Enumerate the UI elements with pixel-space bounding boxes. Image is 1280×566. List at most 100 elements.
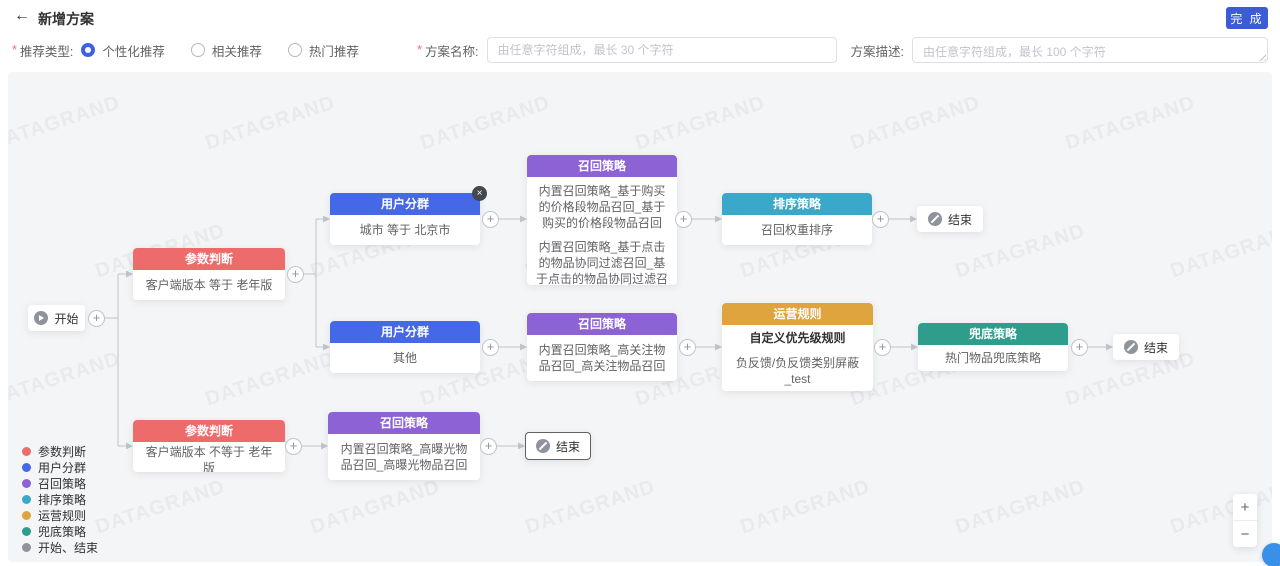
back-arrow-icon[interactable]: ← (14, 7, 30, 25)
node-header: 用户分群 (330, 321, 480, 343)
node-param-judgment-1[interactable]: 参数判断 客户端版本 等于 老年版 (133, 248, 285, 300)
legend-label: 召回策略 (38, 475, 86, 492)
radio-unselected-icon[interactable] (191, 43, 205, 57)
radio-label: 个性化推荐 (102, 41, 165, 60)
legend-item: 召回策略 (22, 475, 98, 491)
node-body: 内置召回策略_高曝光物品召回_高曝光物品召回 (328, 434, 480, 480)
add-node-button[interactable] (679, 339, 696, 356)
node-header: 参数判断 (133, 420, 285, 442)
node-body: 其他 (330, 343, 480, 373)
node-header: 运营规则 (722, 303, 873, 325)
add-node-button[interactable] (285, 438, 302, 455)
legend-label: 参数判断 (38, 443, 86, 460)
add-node-button[interactable] (872, 211, 889, 228)
legend-item: 排序策略 (22, 491, 98, 507)
add-node-button[interactable] (675, 211, 692, 228)
node-label: 开始 (54, 310, 78, 327)
plan-name-input[interactable] (487, 37, 837, 63)
add-node-button[interactable] (287, 266, 304, 283)
node-label: 结束 (1144, 339, 1168, 356)
add-node-button[interactable] (88, 310, 105, 327)
legend-dot-sort (22, 495, 31, 504)
finish-button[interactable]: 完 成 (1226, 7, 1268, 29)
topbar: ← 新增方案 完 成 (0, 0, 1280, 32)
legend-dot-startend (22, 543, 31, 552)
end-icon (928, 212, 942, 226)
legend-dot-fallback (22, 527, 31, 536)
legend-dot-user (22, 463, 31, 472)
radio-label: 热门推荐 (309, 41, 359, 60)
node-recall-strategy-1[interactable]: 召回策略 内置召回策略_基于购买的价格段物品召回_基于购买的价格段物品召回 内置… (527, 155, 677, 285)
radio-hot[interactable]: 热门推荐 (288, 41, 359, 60)
node-fallback-strategy-1[interactable]: 兜底策略 热门物品兜底策略 (918, 323, 1068, 371)
radio-related[interactable]: 相关推荐 (191, 41, 262, 60)
plan-desc-textarea[interactable] (912, 37, 1268, 63)
node-label: 结束 (556, 438, 580, 455)
legend-item: 开始、结束 (22, 539, 98, 555)
new-plan-page: ← 新增方案 完 成 * 推荐类型: 个性化推荐 相关推荐 热门推荐 * 方案名… (0, 0, 1280, 566)
node-body: 客户端版本 不等于 老年版 (133, 442, 285, 472)
radio-personalized[interactable]: 个性化推荐 (81, 41, 165, 60)
legend-item: 参数判断 (22, 443, 98, 459)
zoom-out-button[interactable]: − (1233, 521, 1257, 547)
node-end-2[interactable]: 结束 (1113, 334, 1179, 360)
flow-canvas[interactable]: DATAGRANDDATAGRANDDATAGRANDDATAGRANDDATA… (8, 72, 1272, 562)
node-user-segment-1[interactable]: 用户分群 城市 等于 北京市 (330, 193, 480, 245)
legend-dot-param (22, 447, 31, 456)
radio-unselected-icon[interactable] (288, 43, 302, 57)
node-body: 召回权重排序 (722, 215, 872, 245)
required-mark: * (417, 43, 422, 57)
zoom-in-button[interactable]: + (1233, 494, 1257, 520)
end-icon (536, 439, 550, 453)
node-body: 内置召回策略_高关注物品召回_高关注物品召回 (527, 335, 677, 381)
add-node-button[interactable] (482, 211, 499, 228)
node-user-segment-2[interactable]: 用户分群 其他 (330, 321, 480, 373)
node-sort-strategy-1[interactable]: 排序策略 召回权重排序 (722, 193, 872, 245)
recall-item: 内置召回策略_基于点击的物品协同过滤召回_基于点击的物品协同过滤召回 (535, 239, 669, 285)
node-header: 参数判断 (133, 248, 285, 270)
legend-label: 运营规则 (38, 507, 86, 524)
add-node-button[interactable] (480, 438, 497, 455)
node-header: 排序策略 (722, 193, 872, 215)
node-start[interactable]: 开始 (28, 305, 85, 331)
node-recall-strategy-2[interactable]: 召回策略 内置召回策略_高关注物品召回_高关注物品召回 (527, 313, 677, 381)
recommend-type-label: 推荐类型: (20, 41, 73, 60)
end-icon (1124, 340, 1138, 354)
legend-dot-recall (22, 479, 31, 488)
add-node-button[interactable] (482, 339, 499, 356)
rule-detail: 负反馈/负反馈类别屏蔽_test (730, 355, 865, 387)
add-node-button[interactable] (1071, 339, 1088, 356)
legend-label: 兜底策略 (38, 523, 86, 540)
node-recall-strategy-3[interactable]: 召回策略 内置召回策略_高曝光物品召回_高曝光物品召回 (328, 412, 480, 480)
radio-selected-icon[interactable] (81, 43, 95, 57)
node-header: 召回策略 (328, 412, 480, 434)
legend-dot-ops (22, 511, 31, 520)
node-ops-rules-1[interactable]: 运营规则 自定义优先级规则 负反馈/负反馈类别屏蔽_test (722, 303, 873, 391)
legend-label: 用户分群 (38, 459, 86, 476)
add-node-button[interactable] (874, 339, 891, 356)
plan-name-label: 方案名称: (425, 41, 478, 60)
node-header: 兜底策略 (918, 323, 1068, 345)
node-end-3[interactable]: 结束 (525, 432, 591, 460)
legend-label: 开始、结束 (38, 539, 98, 556)
rule-name: 自定义优先级规则 (749, 330, 845, 346)
node-body: 自定义优先级规则 负反馈/负反馈类别屏蔽_test (722, 325, 873, 391)
start-icon (34, 311, 48, 325)
plan-desc-label: 方案描述: (851, 41, 904, 60)
node-header: 用户分群 (330, 193, 480, 215)
node-body: 城市 等于 北京市 (330, 215, 480, 245)
zoom-control: + − (1233, 494, 1257, 547)
node-body: 客户端版本 等于 老年版 (133, 270, 285, 300)
node-body: 热门物品兜底策略 (918, 345, 1068, 371)
page-title: 新增方案 (38, 9, 94, 29)
close-icon[interactable] (472, 186, 487, 201)
node-header: 召回策略 (527, 313, 677, 335)
floating-help-badge[interactable] (1262, 543, 1280, 566)
node-param-judgment-2[interactable]: 参数判断 客户端版本 不等于 老年版 (133, 420, 285, 472)
required-mark: * (12, 43, 17, 57)
plan-desc-group: 方案描述: (851, 37, 1268, 63)
node-type-legend: 参数判断 用户分群 召回策略 排序策略 运营规则 兜底策略 开始、结束 (22, 443, 98, 555)
plan-form: * 推荐类型: 个性化推荐 相关推荐 热门推荐 * 方案名称: 方案描述: (0, 36, 1280, 64)
node-end-1[interactable]: 结束 (917, 206, 983, 232)
recall-item: 内置召回策略_基于购买的价格段物品召回_基于购买的价格段物品召回 (535, 183, 669, 231)
